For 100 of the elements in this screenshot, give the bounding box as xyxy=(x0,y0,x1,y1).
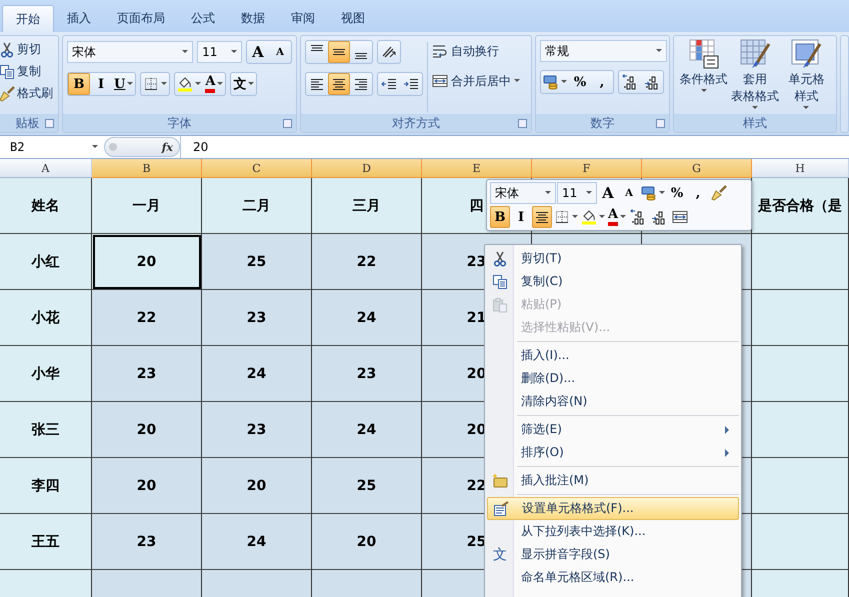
font-size-field[interactable]: 11 xyxy=(557,182,597,204)
table-cell: 25 xyxy=(312,458,422,514)
clipboard-button[interactable]: 复制 xyxy=(0,62,54,81)
column-header[interactable]: D xyxy=(312,159,422,178)
dialog-launcher-icon[interactable] xyxy=(518,119,527,128)
merge-center-button[interactable]: 合并后居中 xyxy=(432,70,520,92)
dialog-launcher-icon[interactable] xyxy=(656,119,665,128)
merge-cells-icon xyxy=(672,209,688,225)
table-cell: 小华 xyxy=(0,346,92,402)
brush-icon xyxy=(0,86,15,102)
table-cell: 李四 xyxy=(0,458,92,514)
ribbon-tab[interactable]: 视图 xyxy=(328,5,378,32)
column-header[interactable]: B xyxy=(92,159,202,178)
scissors-icon xyxy=(492,250,508,266)
font-size-field[interactable]: 11 xyxy=(197,41,242,63)
align-lines-icon xyxy=(333,78,345,90)
toolbar-button[interactable] xyxy=(328,73,350,95)
shrink-font-button[interactable]: A xyxy=(619,182,639,204)
column-header[interactable]: E xyxy=(422,159,532,178)
font-name-field[interactable]: 宋体 xyxy=(490,182,556,204)
grow-font-button[interactable]: A xyxy=(598,182,618,204)
format-cells-icon xyxy=(493,500,509,516)
currency-icon xyxy=(641,185,657,201)
table-cell: 22 xyxy=(92,290,202,346)
format-button[interactable]: B xyxy=(490,206,510,228)
table-header-cell: 三月 xyxy=(312,178,422,234)
decimal-icon xyxy=(644,74,660,90)
font-name-field[interactable]: 宋体 xyxy=(67,41,194,63)
style-button[interactable]: 单元格 样式 xyxy=(781,38,832,114)
format-button[interactable]: % xyxy=(667,182,687,204)
align-lines-icon xyxy=(536,212,548,222)
name-box[interactable]: B2 xyxy=(0,140,104,154)
resize-handle-icon[interactable] xyxy=(109,143,117,151)
format-button[interactable]: B xyxy=(68,73,90,95)
caret-icon xyxy=(195,82,202,86)
column-header[interactable]: F xyxy=(532,159,642,178)
table-cell: 小花 xyxy=(0,290,92,346)
caret-icon xyxy=(659,191,665,195)
table-cell: 20 xyxy=(312,514,422,570)
ribbon-tab[interactable]: 页面布局 xyxy=(104,5,178,32)
format-button[interactable]: I xyxy=(90,73,112,95)
style-button[interactable]: 条件格式 xyxy=(678,38,729,114)
dialog-launcher-icon[interactable] xyxy=(45,119,54,128)
caret-icon xyxy=(217,82,224,86)
align-lines-icon xyxy=(311,78,323,90)
ribbon-tab[interactable]: 审阅 xyxy=(278,5,328,32)
font-color-button[interactable]: A xyxy=(607,206,628,228)
format-button[interactable]: U xyxy=(112,73,136,95)
border-icon xyxy=(554,209,570,225)
indent-icon xyxy=(403,76,419,92)
copy-icon xyxy=(0,64,15,80)
table-cell: 25 xyxy=(202,234,312,290)
table-cell: 张三 xyxy=(0,402,92,458)
format-button[interactable]: , xyxy=(688,182,708,204)
table-cell: 小红 xyxy=(0,234,92,290)
toolbar-button[interactable] xyxy=(328,41,350,63)
caret-icon xyxy=(561,80,567,84)
toolbar-button[interactable] xyxy=(532,206,552,228)
column-header[interactable]: C xyxy=(202,159,312,178)
column-header[interactable]: G xyxy=(642,159,752,178)
clipboard-button[interactable]: 格式刷 xyxy=(0,84,54,103)
table-header-cell: 一月 xyxy=(92,178,202,234)
wrap-text-button[interactable]: 自动换行 xyxy=(432,40,520,62)
number-format-field[interactable]: 常规 xyxy=(540,40,667,62)
ribbon-tab[interactable]: 数据 xyxy=(228,5,278,32)
menu-item[interactable]: 设置单元格格式(F)... xyxy=(487,497,739,520)
insert-function-button[interactable]: fx xyxy=(162,140,173,154)
clipboard-icon xyxy=(492,296,508,312)
shrink-font-button[interactable]: A xyxy=(269,41,291,63)
ribbon-tab[interactable]: 开始 xyxy=(2,5,54,32)
ribbon-tab[interactable]: 插入 xyxy=(54,5,104,32)
ribbon-tab[interactable]: 公式 xyxy=(178,5,228,32)
format-button[interactable]: I xyxy=(511,206,531,228)
caret-icon xyxy=(182,50,188,54)
group-title: 字体 xyxy=(168,114,192,132)
cell-brush-icon xyxy=(790,38,822,70)
format-button[interactable]: , xyxy=(591,71,613,93)
table-header-cell: 姓名 xyxy=(0,178,92,234)
column-header[interactable]: H xyxy=(752,159,849,178)
decimal-icon xyxy=(651,209,668,225)
caret-icon xyxy=(803,106,810,110)
fill-bucket-icon xyxy=(177,76,194,92)
table-cell: 23 xyxy=(92,514,202,570)
caret-icon xyxy=(231,50,237,54)
caret-icon xyxy=(248,82,254,86)
merge-cells-icon xyxy=(432,73,448,89)
style-button[interactable]: 套用 表格格式 xyxy=(730,38,780,114)
table-cell: 24 xyxy=(312,290,422,346)
table-cell: 23 xyxy=(312,346,422,402)
caret-icon xyxy=(92,145,98,149)
formula-field[interactable]: 20 xyxy=(180,136,849,158)
clipboard-button[interactable]: 剪切 xyxy=(0,40,54,59)
format-button[interactable]: % xyxy=(569,71,591,93)
column-header[interactable]: A xyxy=(0,159,92,178)
caret-icon xyxy=(514,79,520,83)
dialog-launcher-icon[interactable] xyxy=(283,119,292,128)
table-cell: 20 xyxy=(92,402,202,458)
phonetic-button[interactable]: 文 xyxy=(231,73,256,95)
group-title: 样式 xyxy=(743,114,767,132)
grow-font-button[interactable]: A xyxy=(247,41,269,63)
